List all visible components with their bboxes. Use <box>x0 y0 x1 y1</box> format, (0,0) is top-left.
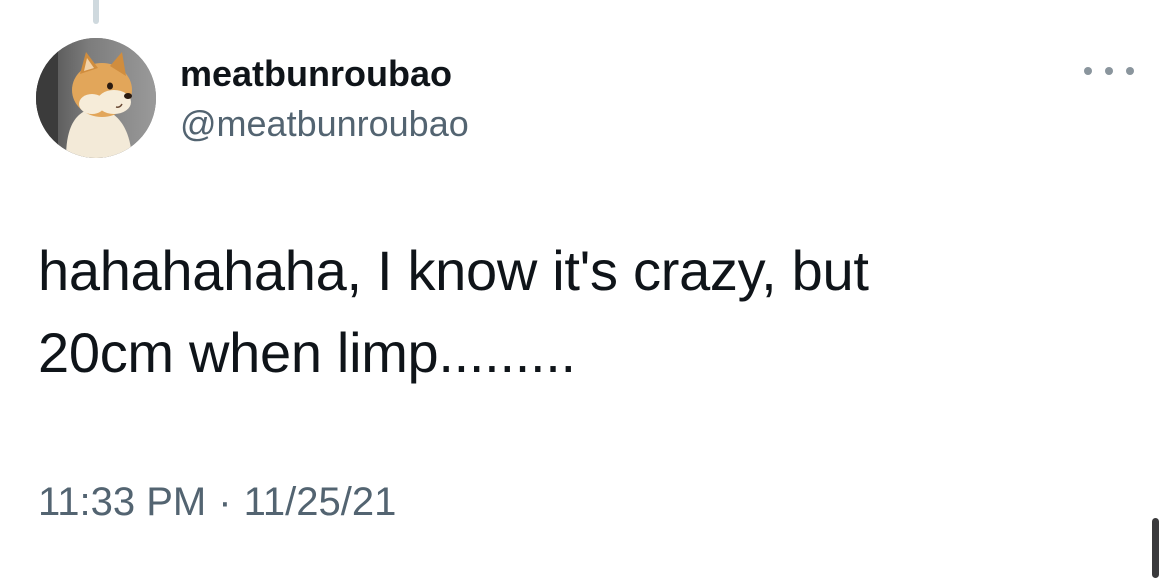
tweet-time: 11:33 PM <box>38 480 207 524</box>
more-horizontal-icon-dot <box>1084 67 1092 75</box>
tweet-timestamp[interactable]: 11:33 PM · 11/25/21 <box>38 478 396 526</box>
more-options-button[interactable] <box>1084 56 1134 86</box>
more-horizontal-icon-dot <box>1126 67 1134 75</box>
tweet-text-line: 20cm when limp......... <box>38 321 576 384</box>
tweet-author: meatbunroubao @meatbunroubao <box>180 52 469 146</box>
scroll-indicator[interactable] <box>1152 518 1159 578</box>
tweet-text-line: hahahahaha, I know it's crazy, but <box>38 239 869 302</box>
avatar[interactable] <box>36 38 156 158</box>
tweet-date: 11/25/21 <box>243 480 397 524</box>
meta-separator: · <box>218 480 232 524</box>
tweet: meatbunroubao @meatbunroubao hahahahaha,… <box>0 0 1170 567</box>
tweet-text: hahahahaha, I know it's crazy, but 20cm … <box>38 230 1118 394</box>
shiba-dog-avatar-icon <box>36 38 156 158</box>
more-horizontal-icon-dot <box>1105 67 1113 75</box>
author-display-name[interactable]: meatbunroubao <box>180 52 469 96</box>
author-handle[interactable]: @meatbunroubao <box>180 102 469 146</box>
